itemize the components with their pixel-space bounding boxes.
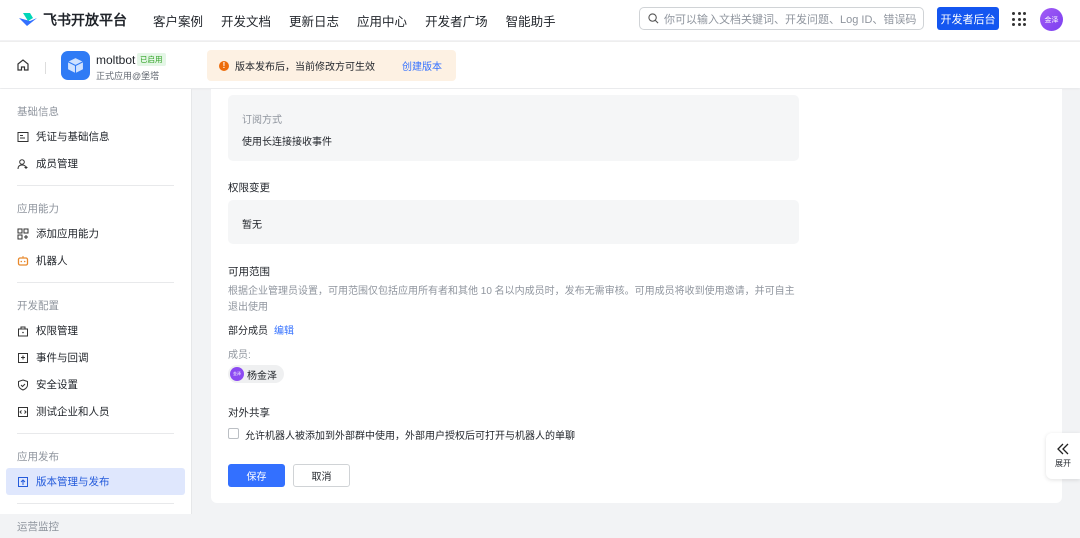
- lock-bag-icon: [18, 326, 28, 336]
- sidebar-item-label: 凭证与基础信息: [36, 131, 110, 143]
- sidebar-section-title: 基础信息: [17, 106, 59, 118]
- sidebar-item-members[interactable]: 成员管理: [6, 150, 185, 177]
- sidebar-item-bot[interactable]: 机器人: [6, 247, 185, 274]
- subscription-value: 使用长连接接收事件: [242, 137, 332, 148]
- expand-panel-button[interactable]: 展开: [1046, 433, 1080, 479]
- scope-mode-text: 部分成员: [228, 326, 268, 337]
- scope-title: 可用范围: [228, 266, 270, 278]
- sidebar-item-version-release[interactable]: 版本管理与发布: [6, 468, 185, 495]
- subscription-box: 订阅方式 使用长连接接收事件: [228, 95, 799, 161]
- divider: [17, 282, 174, 283]
- sidebar-item-permissions[interactable]: 权限管理: [6, 317, 185, 344]
- subscription-label: 订阅方式: [242, 115, 282, 126]
- divider: [17, 185, 174, 186]
- sidebar-section-title: 开发配置: [17, 300, 59, 312]
- sidebar-item-label: 事件与回调: [36, 352, 89, 364]
- sidebar-item-label: 权限管理: [36, 325, 78, 337]
- sidebar-section-title: 应用能力: [17, 203, 59, 215]
- external-sharing-label[interactable]: 允许机器人被添加到外部群中使用，外部用户授权后可打开与机器人的单聊: [245, 427, 575, 442]
- member-avatar: 金泽: [230, 367, 244, 381]
- top-nav-bar: 飞书开放平台 客户案例 开发文档 更新日志 应用中心 开发者广场 智能助手 你可…: [0, 0, 1080, 40]
- expand-label: 展开: [1055, 459, 1071, 468]
- feishu-logo-icon: [19, 13, 37, 26]
- permission-title: 权限变更: [228, 182, 270, 194]
- sidebar-item-events[interactable]: 事件与回调: [6, 344, 185, 371]
- sidebar-item-label: 安全设置: [36, 379, 78, 391]
- save-button[interactable]: 保存: [228, 464, 285, 487]
- sidebar-item-credentials[interactable]: 凭证与基础信息: [6, 123, 185, 150]
- cube-icon: [67, 58, 84, 73]
- apps-add-icon: [17, 228, 29, 239]
- nav-dev-square[interactable]: 开发者广场: [425, 11, 488, 30]
- code-icon: [18, 406, 28, 417]
- nav-assistant[interactable]: 智能助手: [506, 11, 556, 30]
- sharing-title: 对外共享: [228, 407, 270, 419]
- warning-icon: !: [219, 60, 229, 71]
- publish-notice: ! 版本发布后，当前修改方可生效 创建版本: [207, 50, 456, 81]
- scope-mode: 部分成员 编辑: [228, 322, 294, 337]
- permission-box: 暂无: [228, 200, 799, 244]
- app-subtitle: 正式应用@堡塔: [96, 71, 160, 81]
- members-label: 成员:: [228, 350, 251, 361]
- robot-icon: [17, 255, 29, 266]
- app-icon: [61, 51, 90, 80]
- cancel-button[interactable]: 取消: [293, 464, 350, 487]
- app-name: moltbot: [96, 53, 136, 67]
- home-icon[interactable]: [16, 58, 30, 72]
- nav-app-center[interactable]: 应用中心: [357, 11, 407, 30]
- notice-text: 版本发布后，当前修改方可生效: [235, 62, 375, 73]
- version-form: 订阅方式 使用长连接接收事件 权限变更 暂无 可用范围 根据企业管理员设置，可用…: [211, 89, 1062, 503]
- search-placeholder: 你可以输入文档关键词、开发问题、Log ID、错误码: [664, 13, 917, 26]
- sidebar-item-security[interactable]: 安全设置: [6, 371, 185, 398]
- divider: [17, 433, 174, 434]
- sidebar-item-label: 成员管理: [36, 158, 78, 170]
- user-add-icon: [17, 158, 28, 169]
- sidebar-item-label: 版本管理与发布: [36, 476, 110, 488]
- external-sharing-checkbox[interactable]: [228, 428, 239, 439]
- sidebar: 基础信息 凭证与基础信息 成员管理 应用能力 添加应用能力 机器人 开发配置 权…: [0, 89, 192, 533]
- sidebar-item-test-tenant[interactable]: 测试企业和人员: [6, 398, 185, 425]
- sidebar-section-title: 运营监控: [17, 521, 59, 533]
- divider: [17, 503, 174, 504]
- sidebar-item-add-capability[interactable]: 添加应用能力: [6, 220, 185, 247]
- id-card-icon: [17, 131, 29, 142]
- divider: [45, 62, 46, 74]
- sidebar-item-label: 测试企业和人员: [36, 406, 110, 418]
- shield-icon: [18, 378, 28, 391]
- status-badge: 已启用: [137, 53, 166, 66]
- event-icon: [18, 352, 28, 363]
- nav-changelog[interactable]: 更新日志: [289, 11, 339, 30]
- dev-console-button[interactable]: 开发者后台: [937, 7, 999, 30]
- edit-scope-link[interactable]: 编辑: [274, 326, 294, 337]
- scope-description: 根据企业管理员设置，可用范围仅包括应用所有者和其他 10 名以内成员时，发布无需…: [228, 286, 795, 313]
- sidebar-item-label: 机器人: [36, 255, 68, 267]
- sidebar-item-label: 添加应用能力: [36, 228, 99, 240]
- permission-value: 暂无: [242, 220, 262, 231]
- sidebar-section-title: 应用发布: [17, 451, 59, 463]
- brand-logo[interactable]: 飞书开放平台: [18, 10, 127, 30]
- double-chevron-left-icon: [1057, 443, 1069, 455]
- search-input[interactable]: 你可以输入文档关键词、开发问题、Log ID、错误码: [639, 7, 924, 30]
- nav-docs[interactable]: 开发文档: [221, 11, 271, 30]
- user-avatar[interactable]: 金泽: [1040, 8, 1063, 31]
- brand-name: 飞书开放平台: [43, 12, 127, 28]
- upload-icon: [18, 476, 28, 487]
- search-icon: [648, 13, 659, 24]
- create-version-link[interactable]: 创建版本: [402, 58, 442, 73]
- app-header: moltbot 已启用 正式应用@堡塔 ! 版本发布后，当前修改方可生效 创建版…: [0, 41, 1080, 88]
- main-nav: 客户案例 开发文档 更新日志 应用中心 开发者广场 智能助手: [153, 11, 556, 30]
- member-name: 杨金泽: [247, 370, 277, 382]
- member-chip: 金泽 杨金泽: [228, 365, 284, 383]
- nav-cases[interactable]: 客户案例: [153, 11, 203, 30]
- apps-grid-icon[interactable]: [1012, 12, 1026, 26]
